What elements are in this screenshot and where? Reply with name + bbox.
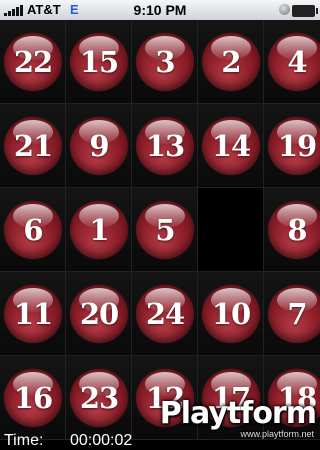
tile-number: 8 <box>287 213 307 247</box>
puzzle-tile[interactable]: 15 <box>66 20 132 104</box>
tile-number: 14 <box>211 129 251 163</box>
watermark-logo: Playtform <box>159 396 317 431</box>
tile-number: 24 <box>145 297 185 331</box>
status-bar: AT&T E 9:10 PM <box>0 0 320 21</box>
puzzle-tile[interactable]: 16 <box>0 356 66 440</box>
puzzle-tile[interactable]: 10 <box>198 272 264 356</box>
puzzle-tile[interactable]: 3 <box>132 20 198 104</box>
tile-number: 13 <box>145 129 185 163</box>
puzzle-tile[interactable]: 22 <box>0 20 66 104</box>
tile-ball: 14 <box>202 117 260 175</box>
tile-ball: 16 <box>4 369 62 427</box>
tile-ball: 9 <box>70 117 128 175</box>
puzzle-tile[interactable]: 19 <box>264 104 320 188</box>
empty-slot[interactable] <box>198 188 264 272</box>
tile-number: 7 <box>287 297 307 331</box>
tile-number: 9 <box>89 129 109 163</box>
puzzle-tile[interactable]: 14 <box>198 104 264 188</box>
puzzle-tile[interactable]: 9 <box>66 104 132 188</box>
tile-number: 23 <box>79 381 119 415</box>
tile-ball: 24 <box>136 285 194 343</box>
tile-number: 3 <box>155 45 175 79</box>
tile-number: 10 <box>211 297 251 331</box>
puzzle-tile[interactable]: 21 <box>0 104 66 188</box>
tile-ball: 22 <box>4 33 62 91</box>
battery-icon <box>292 5 318 17</box>
timer-value: 00:00:02 <box>70 432 133 449</box>
puzzle-board: 22 15 3 2 4 21 9 13 14 19 6 1 5 8 11 20 24 10 7 16 23 12 17 18 <box>0 20 320 442</box>
puzzle-tile[interactable]: 7 <box>264 272 320 356</box>
tile-number: 1 <box>89 213 109 247</box>
tile-ball: 21 <box>4 117 62 175</box>
tile-ball: 23 <box>70 369 128 427</box>
tile-number: 4 <box>287 45 307 79</box>
watermark-url: www.playtform.net <box>240 429 314 439</box>
tile-ball: 4 <box>268 33 320 91</box>
puzzle-tile[interactable]: 24 <box>132 272 198 356</box>
puzzle-tile[interactable]: 8 <box>264 188 320 272</box>
tile-number: 5 <box>155 213 175 247</box>
tile-ball: 10 <box>202 285 260 343</box>
puzzle-tile[interactable]: 5 <box>132 188 198 272</box>
tile-number: 16 <box>13 381 53 415</box>
tile-ball: 15 <box>70 33 128 91</box>
tile-ball: 11 <box>4 285 62 343</box>
status-time: 9:10 PM <box>133 2 187 18</box>
orientation-lock-icon <box>279 4 290 15</box>
tile-ball: 20 <box>70 285 128 343</box>
tile-ball: 7 <box>268 285 320 343</box>
puzzle-tile[interactable]: 4 <box>264 20 320 104</box>
tile-number: 15 <box>79 45 119 79</box>
tile-ball: 6 <box>4 201 62 259</box>
tile-number: 2 <box>221 45 241 79</box>
timer-label: Time: <box>4 432 44 449</box>
tile-ball: 3 <box>136 33 194 91</box>
tile-ball: 5 <box>136 201 194 259</box>
tile-ball: 2 <box>202 33 260 91</box>
tile-number: 22 <box>13 45 53 79</box>
tile-ball: 8 <box>268 201 320 259</box>
tile-number: 20 <box>79 297 119 331</box>
tile-number: 6 <box>23 213 43 247</box>
puzzle-tile[interactable]: 13 <box>132 104 198 188</box>
tile-ball: 19 <box>268 117 320 175</box>
tile-number: 11 <box>13 297 53 331</box>
tile-number: 21 <box>13 129 53 163</box>
puzzle-tile[interactable]: 20 <box>66 272 132 356</box>
puzzle-tile[interactable]: 1 <box>66 188 132 272</box>
puzzle-tile[interactable]: 2 <box>198 20 264 104</box>
tile-number: 19 <box>277 129 317 163</box>
watermark: Playtform www.playtform.net <box>150 396 320 442</box>
puzzle-tile[interactable]: 11 <box>0 272 66 356</box>
tile-ball: 1 <box>70 201 128 259</box>
puzzle-tile[interactable]: 6 <box>0 188 66 272</box>
puzzle-tile[interactable]: 23 <box>66 356 132 440</box>
tile-ball: 13 <box>136 117 194 175</box>
